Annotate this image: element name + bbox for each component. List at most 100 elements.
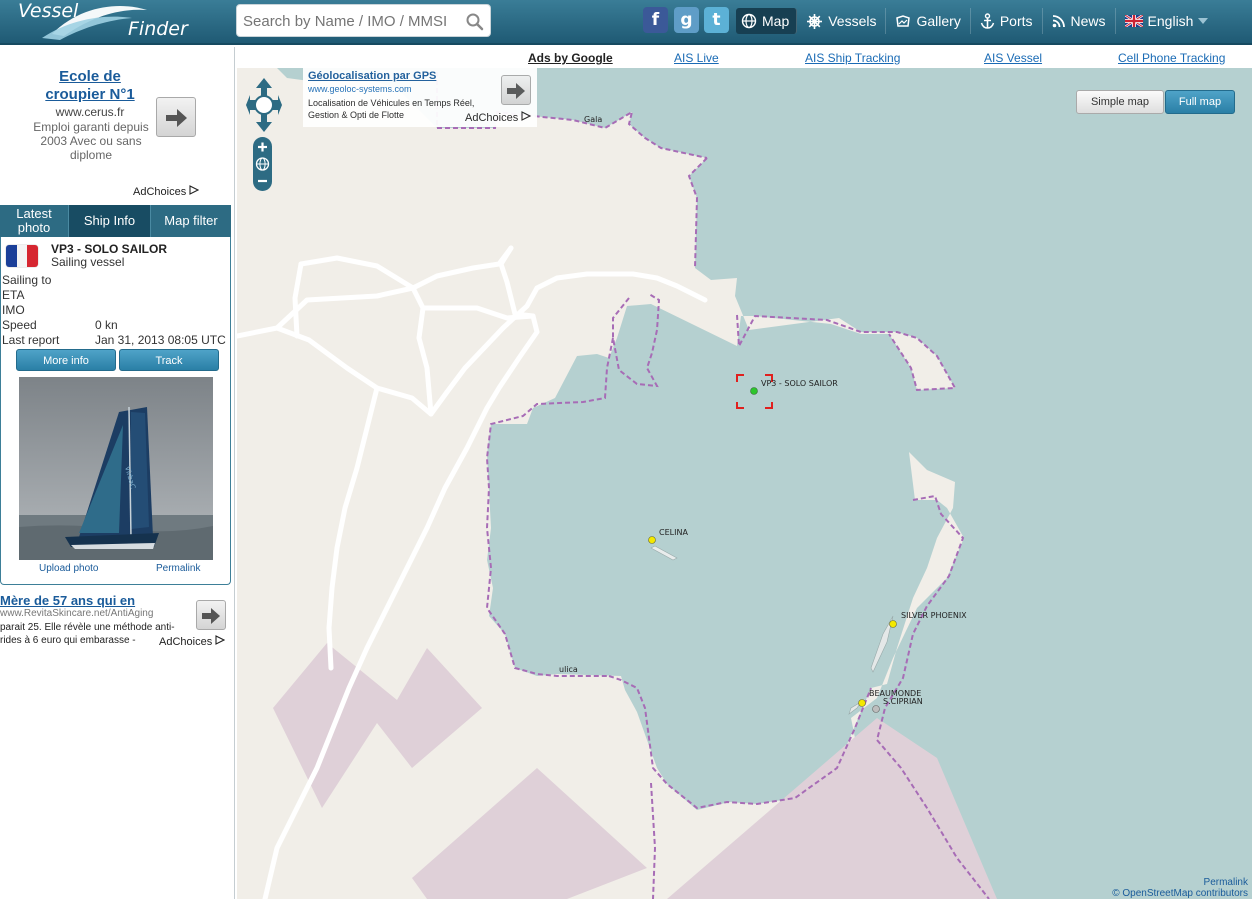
pan-control[interactable] [245,77,283,133]
field-label-sailing-to: Sailing to [2,273,52,287]
zoom-control [253,137,272,191]
sailing-yacht-photo: VirbaC [19,377,213,560]
adchoices-icon [521,111,532,121]
ad-url[interactable]: www.geoloc-systems.com [308,84,412,94]
rss-icon [1052,15,1065,28]
place-label: Gala [584,115,603,124]
ad-arrow-button[interactable] [156,97,196,137]
track-button[interactable]: Track [119,349,219,371]
vessel-label: S.CIPRIAN [883,697,923,706]
ship-info-panel: VP3 - SOLO SAILOR Sailing vessel Sailing… [0,237,231,585]
google-icon[interactable]: g [674,7,699,33]
map-area[interactable]: Ads by Google AIS Live AIS Ship Tracking… [237,47,1252,899]
map-inline-ad[interactable]: Géolocalisation par GPS www.geoloc-syste… [303,67,537,127]
pan-center [254,95,274,115]
ad-link-cell-phone-tracking[interactable]: Cell Phone Tracking [1118,51,1225,65]
vesselfinder-page: Vessel Finder f g t Map Vessels Ga [0,0,1252,899]
search-box[interactable] [236,4,491,37]
anchor-icon [980,12,995,29]
zoom-in-icon[interactable] [258,142,267,152]
ad-link-ais-live[interactable]: AIS Live [674,51,719,65]
left-sidebar: Ecole de croupier N°1 www.cerus.fr Emplo… [0,47,235,899]
arrow-right-icon [166,109,187,127]
ship-name: VP3 - SOLO SAILOR [51,242,168,256]
nav-gallery[interactable]: Gallery [886,8,971,34]
logo-text-finder: Finder [128,18,188,40]
ad-arrow-button[interactable] [501,75,531,105]
vessel-marker[interactable] [858,699,866,707]
chevron-down-icon [1198,18,1209,24]
language-select[interactable]: English [1116,8,1218,34]
place-label: ulica [559,665,578,674]
ad-link-ais-vessel[interactable]: AIS Vessel [984,51,1042,65]
field-label-speed: Speed [2,318,37,332]
sidebar-ad-top[interactable]: Ecole de croupier N°1 www.cerus.fr Emplo… [0,47,235,202]
uk-flag-icon [1124,15,1143,27]
vessel-marker[interactable] [648,536,656,544]
adchoices-link[interactable]: AdChoices [159,635,226,648]
ad-description: Localisation de Véhicules en Temps Réel,… [308,98,475,120]
field-label-eta: ETA [2,288,25,302]
search-icon[interactable] [466,13,484,31]
adchoices-link[interactable]: AdChoices [133,185,200,198]
field-value-speed: 0 kn [95,318,118,332]
ad-description: Emploi garanti depuis 2003 Avec ou sans … [33,120,149,162]
vessel-marker[interactable] [889,620,897,628]
nav-vessels[interactable]: Vessels [797,8,887,34]
main-nav: Map Vessels Gallery Ports News English [736,8,1217,34]
full-map-button[interactable]: Full map [1165,90,1235,114]
adchoices-label: AdChoices [133,186,187,198]
adchoices-link[interactable]: AdChoices [465,111,532,124]
adchoices-label: AdChoices [465,112,519,124]
tab-map-filter[interactable]: Map filter [151,205,231,237]
facebook-icon[interactable]: f [643,7,668,33]
simple-map-button[interactable]: Simple map [1076,90,1164,114]
vessel-marker[interactable] [872,705,880,713]
ads-by-google-label: Ads by Google [528,51,613,65]
nav-news[interactable]: News [1043,8,1116,34]
vessel-label: VP3 - SOLO SAILOR [761,379,838,388]
adchoices-icon [189,185,200,195]
logo-text-vessel: Vessel [18,0,79,22]
field-value-last-report: Jan 31, 2013 08:05 UTC [95,333,226,347]
vessel-marker-selected[interactable] [750,387,758,395]
ad-link-ais-ship-tracking[interactable]: AIS Ship Tracking [805,51,900,65]
vessel-label: CELINA [659,528,688,537]
sidebar-tabs: Latest photo Ship Info Map filter [0,205,231,237]
zoom-icons [255,142,270,183]
field-label-last-report: Last report [2,333,60,347]
ad-url[interactable]: www.cerus.fr [30,105,150,119]
twitter-icon[interactable]: t [704,7,729,33]
logo[interactable]: Vessel Finder [12,0,192,44]
nav-vessels-label: Vessels [828,13,877,29]
map-permalink[interactable]: Permalink [1204,877,1248,888]
upload-photo-link[interactable]: Upload photo [39,563,99,574]
sidebar-ad-bottom[interactable]: Mère de 57 ans qui en www.RevitaSkincare… [0,590,231,660]
more-info-button[interactable]: More info [16,349,116,371]
nav-news-label: News [1070,13,1106,29]
ad-arrow-button[interactable] [196,600,226,630]
ad-title[interactable]: Ecole de croupier N°1 [30,68,150,104]
ad-title[interactable]: Mère de 57 ans qui en [0,593,135,608]
tab-latest-photo[interactable]: Latest photo [0,205,69,237]
globe-icon [741,13,757,29]
arrow-right-icon [507,83,525,99]
map-canvas[interactable] [237,68,1252,899]
nav-ports-label: Ports [999,13,1033,29]
ship-photo[interactable]: VirbaC [19,377,213,560]
osm-attribution[interactable]: © OpenStreetMap contributors [1112,888,1248,899]
nav-ports[interactable]: Ports [971,8,1043,34]
top-header: Vessel Finder f g t Map Vessels Ga [0,0,1252,45]
vessel-label: SILVER PHOENIX [901,611,967,620]
gallery-icon [896,15,911,27]
ad-title[interactable]: Géolocalisation par GPS [308,70,436,82]
nav-map[interactable]: Map [736,8,798,34]
tab-ship-info[interactable]: Ship Info [69,205,151,237]
helm-icon [807,13,823,29]
nav-gallery-label: Gallery [916,13,961,29]
world-icon[interactable] [255,157,270,171]
photo-permalink[interactable]: Permalink [156,563,200,574]
language-label: English [1147,13,1194,29]
search-input[interactable] [243,11,463,31]
ad-url[interactable]: www.RevitaSkincare.net/AntiAging [0,608,153,619]
